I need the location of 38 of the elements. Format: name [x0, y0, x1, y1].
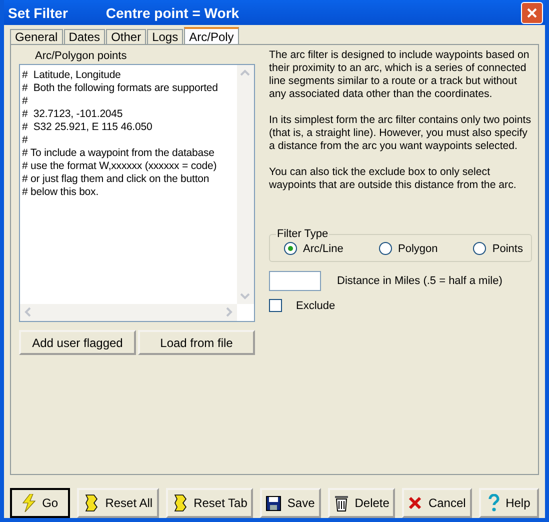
window-subtitle: Centre point = Work — [106, 4, 240, 20]
tab[interactable]: Logs — [147, 29, 184, 44]
distance-label: Distance in Miles (.5 = half a mile) — [337, 275, 502, 287]
tab[interactable]: General — [10, 29, 63, 44]
description-paragraph: You can also tick the exclude box to only select waypoints that are outside this distance from the arc. — [269, 166, 518, 192]
points-label: Arc/Polygon points — [35, 49, 128, 63]
horizontal-scrollbar[interactable] — [20, 304, 237, 321]
group-label: Filter Type — [276, 228, 330, 240]
action-button[interactable]: Delete — [328, 488, 396, 518]
tab[interactable]: Arc/Poly — [184, 27, 239, 44]
reset-icon — [83, 493, 100, 513]
action-button[interactable]: Go — [10, 488, 70, 518]
points-text-area[interactable]: # Latitude, Longitude # Both the following formats are supported # # 32.7123, -101.2045 # S32 25.921, E 115 46.050 # # To include a waypoint from the database # use the format W,xxxxxx (xxxxxx = code) # or just flag them and click on the button # below this box. — [19, 64, 255, 322]
distance-input[interactable] — [269, 271, 321, 291]
radio-option[interactable]: Arc/Line — [284, 242, 344, 255]
close-button[interactable] — [521, 2, 543, 24]
window-title: Set Filter — [8, 4, 68, 20]
action-button[interactable]: Reset Tab — [166, 488, 254, 518]
lightning-icon — [22, 494, 36, 512]
close-icon — [526, 6, 538, 18]
action-button[interactable]: Help — [478, 488, 540, 518]
action-button[interactable]: Reset All — [77, 488, 159, 518]
tab[interactable]: Other — [106, 29, 146, 44]
question-mark-icon — [488, 494, 500, 512]
trash-can-icon — [334, 494, 349, 512]
points-button[interactable]: Load from file — [138, 330, 255, 355]
description-paragraph: The arc filter is designed to include waypoints based on their proximity to an arc, which is a series of connected line segments similar to a route or a track but without any associated data other than the coordinates. — [269, 49, 530, 101]
radio-option[interactable]: Polygon — [379, 242, 438, 255]
points-button[interactable]: Add user flagged — [19, 330, 136, 355]
reset-icon — [172, 493, 188, 513]
vertical-scrollbar[interactable] — [237, 65, 254, 304]
action-button[interactable]: Save — [260, 488, 321, 518]
description-paragraph: In its simplest form the arc filter contains only two points (that is, a straight line). However, you must also specify a distance from the arc you want waypoints selected. — [269, 114, 532, 153]
exclude-checkbox[interactable]: Exclude — [269, 299, 532, 312]
cross-icon — [408, 496, 422, 510]
action-button[interactable]: Cancel — [402, 488, 472, 518]
radio-option[interactable]: Points — [473, 242, 523, 255]
tab[interactable]: Dates — [64, 29, 106, 44]
